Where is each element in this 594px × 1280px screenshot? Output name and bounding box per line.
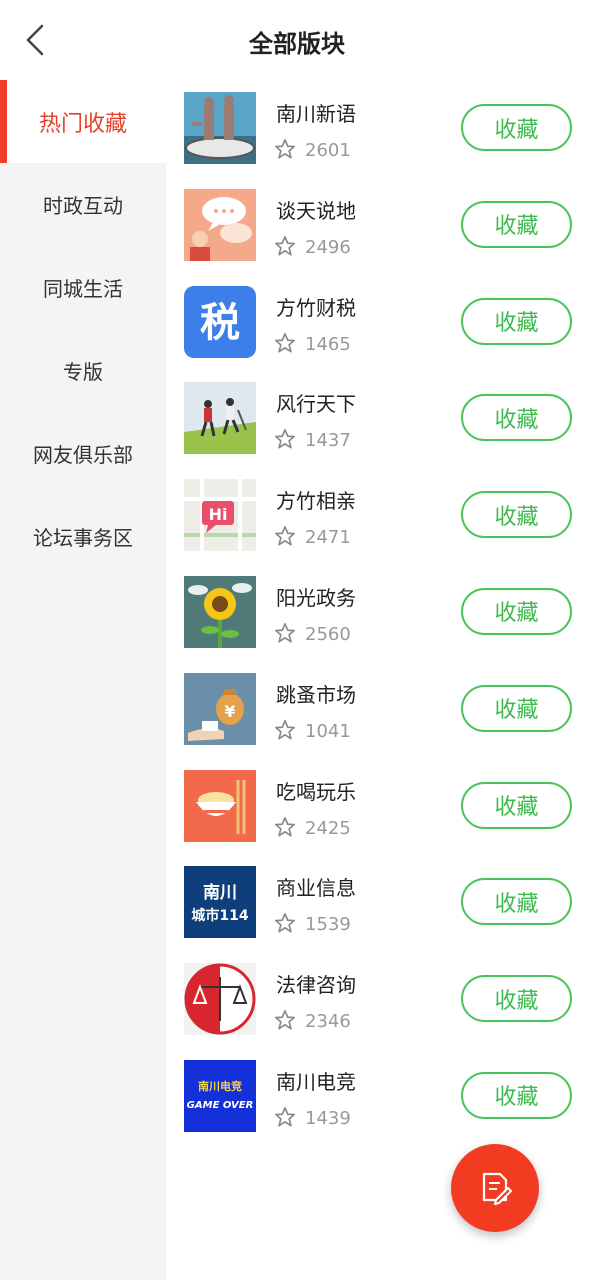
list-item[interactable]: 南川新语 2601 收藏 xyxy=(166,80,594,177)
star-icon xyxy=(275,332,295,353)
sidebar-item-netizen-club[interactable]: 网友俱乐部 xyxy=(0,412,166,495)
favorite-button[interactable]: 收藏 xyxy=(461,684,572,732)
esports-text-line1: 南川电竞 xyxy=(198,1079,242,1093)
board-list: 南川新语 2601 收藏 谈天说地 2496 收藏 税 方竹财税 1465 收藏… xyxy=(166,80,594,1145)
list-item[interactable]: 南川 城市114 商业信息 1539 收藏 xyxy=(166,854,594,951)
edit-icon xyxy=(482,1172,512,1205)
board-name: 跳蚤市场 xyxy=(276,682,356,707)
star-icon xyxy=(275,1010,295,1030)
list-item[interactable]: 税 方竹财税 1465 收藏 xyxy=(166,274,594,371)
tax-glyph: 税 xyxy=(200,300,240,346)
star-icon xyxy=(275,526,295,546)
hi-map-icon: Hi xyxy=(184,479,256,552)
board-name: 商业信息 xyxy=(276,876,356,901)
favorite-button[interactable]: 收藏 xyxy=(461,394,572,442)
favorite-button[interactable]: 收藏 xyxy=(461,1071,572,1119)
favorite-button[interactable]: 收藏 xyxy=(461,104,572,151)
yen-symbol: ¥ xyxy=(224,702,235,721)
favorite-button[interactable]: 收藏 xyxy=(461,781,572,829)
board-name: 阳光政务 xyxy=(276,585,356,610)
sidebar-item-label: 热门收藏 xyxy=(38,111,127,137)
star-icon xyxy=(275,816,295,837)
board-name: 方竹财税 xyxy=(276,295,356,320)
city-114-icon: 南川 城市114 xyxy=(184,866,256,939)
favorite-count: 2496 xyxy=(305,236,351,258)
board-name: 风行天下 xyxy=(276,392,356,417)
favorite-count: 1539 xyxy=(305,914,351,936)
star-icon xyxy=(275,429,295,449)
list-item[interactable]: 法律咨询 2346 收藏 xyxy=(166,951,594,1048)
favorite-count: 1439 xyxy=(305,1107,351,1129)
board-name: 谈天说地 xyxy=(276,198,356,223)
list-item[interactable]: 南川电竞 GAME OVER 南川电竞 1439 收藏 xyxy=(166,1048,594,1145)
sidebar-item-local-life[interactable]: 同城生活 xyxy=(0,246,166,329)
favorite-count: 2601 xyxy=(305,140,351,161)
hi-text: Hi xyxy=(209,505,228,524)
list-item[interactable]: 风行天下 1437 收藏 xyxy=(166,370,594,467)
app: 全部版块 热门收藏 时政互动 同城生活 专版 网友俱乐部 论坛事务区 南川新语 … xyxy=(0,0,594,1280)
sidebar-item-label: 同城生活 xyxy=(43,277,123,301)
sidebar: 热门收藏 时政互动 同城生活 专版 网友俱乐部 论坛事务区 xyxy=(0,80,166,1280)
food-bowl-icon xyxy=(184,769,256,842)
favorite-count: 2346 xyxy=(305,1011,351,1033)
board-name: 法律咨询 xyxy=(276,973,356,998)
city-text-line2: 城市114 xyxy=(191,907,248,924)
board-name: 南川新语 xyxy=(276,102,356,126)
favorite-button[interactable]: 收藏 xyxy=(461,491,572,539)
favorite-button[interactable]: 收藏 xyxy=(461,587,572,635)
active-indicator xyxy=(0,80,7,163)
chat-bubble-icon xyxy=(184,188,256,261)
sunflower-icon xyxy=(184,575,256,648)
favorite-count: 1437 xyxy=(305,430,351,452)
star-icon xyxy=(275,622,295,643)
city-text-line1: 南川 xyxy=(203,882,237,903)
favorite-count: 1041 xyxy=(305,720,351,742)
list-item[interactable]: 谈天说地 2496 收藏 xyxy=(166,177,594,274)
sidebar-item-forum-affairs[interactable]: 论坛事务区 xyxy=(0,495,166,578)
hikers-icon xyxy=(184,382,256,455)
favorite-count: 2471 xyxy=(305,527,351,549)
page-title: 全部版块 xyxy=(249,30,345,58)
list-item[interactable]: 阳光政务 2560 收藏 xyxy=(166,564,594,661)
board-name: 吃喝玩乐 xyxy=(276,779,356,804)
sidebar-item-label: 时政互动 xyxy=(43,194,123,218)
board-name: 方竹相亲 xyxy=(276,489,356,514)
favorite-count: 2425 xyxy=(305,817,351,839)
scales-icon xyxy=(184,963,256,1036)
header: 全部版块 xyxy=(0,0,594,80)
compose-post-button[interactable] xyxy=(451,1144,539,1232)
star-icon xyxy=(275,235,295,256)
list-item[interactable]: ¥ 跳蚤市场 1041 收藏 xyxy=(166,661,594,758)
tax-icon: 税 xyxy=(184,285,256,358)
favorite-count: 1465 xyxy=(305,333,351,355)
game-over-icon: 南川电竞 GAME OVER xyxy=(184,1059,256,1132)
favorite-count: 2560 xyxy=(305,623,351,645)
list-item[interactable]: 吃喝玩乐 2425 收藏 xyxy=(166,758,594,855)
favorite-button[interactable]: 收藏 xyxy=(461,975,572,1023)
sidebar-item-hot-favorites[interactable]: 热门收藏 xyxy=(0,80,166,163)
board-name: 南川电竞 xyxy=(276,1069,356,1094)
sidebar-item-label: 网友俱乐部 xyxy=(33,443,133,467)
esports-text-line2: GAME OVER xyxy=(187,1100,254,1111)
favorite-button[interactable]: 收藏 xyxy=(461,297,572,345)
sidebar-item-politics[interactable]: 时政互动 xyxy=(0,163,166,246)
star-icon xyxy=(275,139,295,159)
sidebar-item-label: 论坛事务区 xyxy=(33,526,133,550)
star-icon xyxy=(275,719,295,740)
favorite-button[interactable]: 收藏 xyxy=(461,200,572,248)
list-item[interactable]: Hi 方竹相亲 2471 收藏 xyxy=(166,467,594,564)
star-icon xyxy=(275,913,295,933)
sidebar-item-label: 专版 xyxy=(63,360,103,384)
star-icon xyxy=(275,1106,295,1127)
favorite-button[interactable]: 收藏 xyxy=(461,878,572,926)
money-bag-icon: ¥ xyxy=(184,672,256,745)
statue-icon xyxy=(184,92,256,164)
sidebar-item-special[interactable]: 专版 xyxy=(0,329,166,412)
